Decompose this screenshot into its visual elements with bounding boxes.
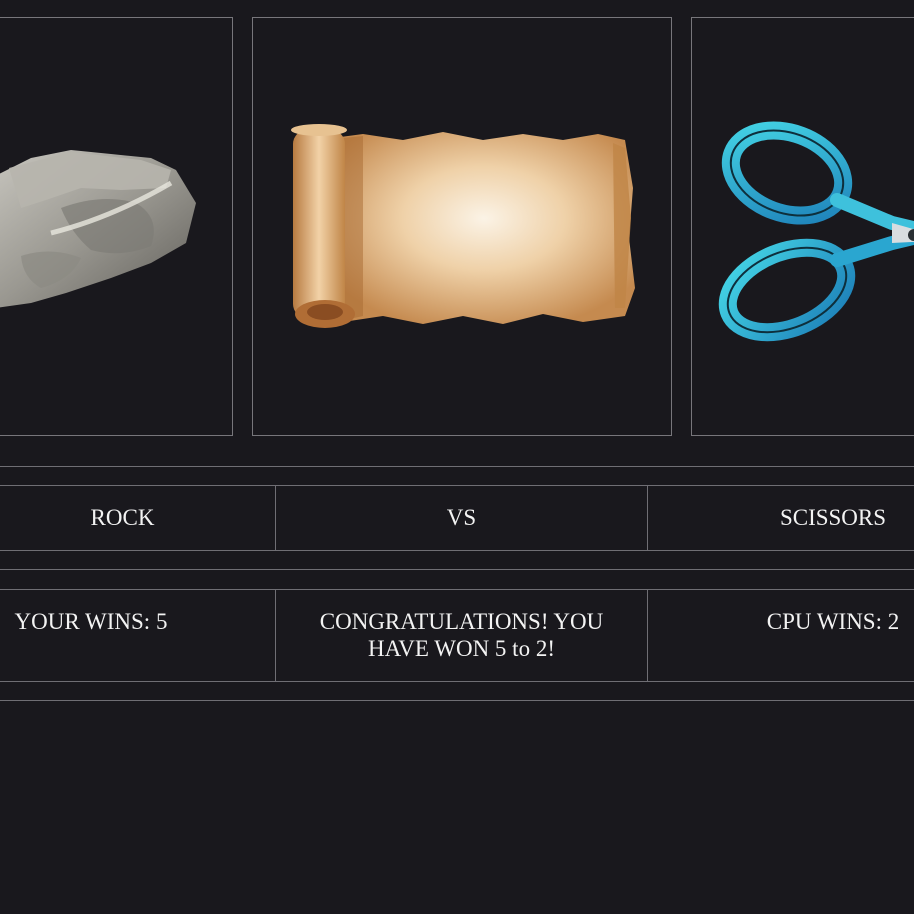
column-divider <box>647 590 648 681</box>
separator-line <box>0 466 914 467</box>
your-wins-label: YOUR WINS: 5 <box>14 609 168 634</box>
rock-choice-card[interactable] <box>0 17 233 436</box>
matchup-row: ROCK VS SCISSORS <box>0 485 914 551</box>
paper-scroll-image <box>291 124 635 328</box>
separator-line <box>0 569 914 570</box>
score-row: YOUR WINS: 5 CONGRATULATIONS! YOU HAVE W… <box>0 589 914 682</box>
versus-label: VS <box>446 505 477 530</box>
result-message: CONGRATULATIONS! YOU HAVE WON 5 to 2! <box>319 609 604 661</box>
cpu-choice-label: SCISSORS <box>779 505 887 530</box>
player-choice-label: ROCK <box>90 505 155 530</box>
paper-choice-card[interactable] <box>252 17 672 436</box>
cpu-wins-label: CPU WINS: 2 <box>766 609 900 634</box>
scissors-choice-card[interactable] <box>691 17 914 436</box>
rock-image <box>0 150 196 308</box>
column-divider <box>275 590 276 681</box>
scissors-image <box>718 121 914 342</box>
separator-line <box>0 700 914 701</box>
game-board: ROCK VS SCISSORS YOUR WINS: 5 CONGRATULA… <box>0 0 914 914</box>
